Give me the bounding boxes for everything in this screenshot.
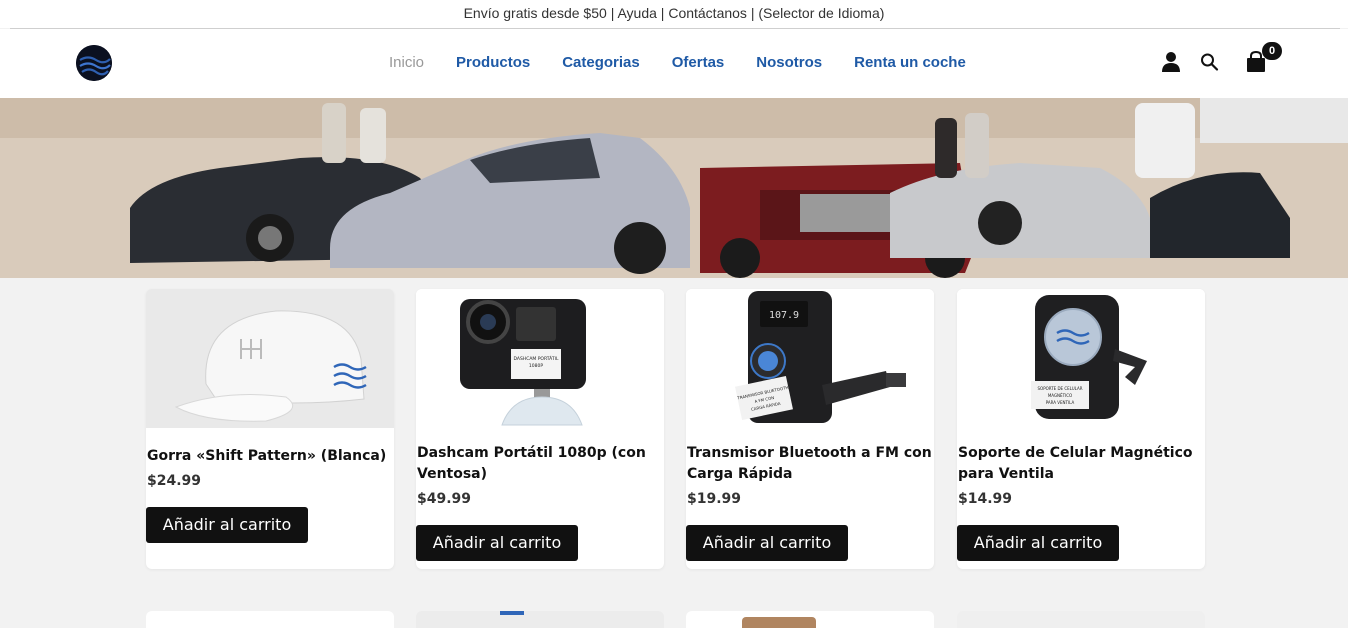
nav-item-productos[interactable]: Productos: [456, 54, 530, 71]
help-link[interactable]: Ayuda: [617, 5, 656, 21]
product-card-partial[interactable]: [686, 611, 934, 628]
contact-link[interactable]: Contáctanos: [668, 5, 747, 21]
svg-text:PARA VENTILA: PARA VENTILA: [1046, 400, 1075, 405]
nav-item-renta[interactable]: Renta un coche: [854, 54, 966, 71]
product-image-partial: [742, 617, 816, 628]
product-card: 107.9 TRANSMISOR BLUETOOTH A FM CON CARG…: [686, 289, 934, 569]
product-card-partial[interactable]: [146, 611, 394, 628]
svg-text:107.9: 107.9: [769, 310, 799, 321]
product-price: $19.99: [687, 491, 742, 507]
product-title[interactable]: Dashcam Portátil 1080p (con Ventosa): [416, 443, 664, 485]
add-to-cart-button[interactable]: Añadir al carrito: [416, 525, 578, 561]
separator: |: [660, 5, 665, 21]
svg-text:MAGNÉTICO: MAGNÉTICO: [1048, 393, 1072, 398]
product-image-fm-transmitter[interactable]: 107.9 TRANSMISOR BLUETOOTH A FM CON CARG…: [686, 289, 934, 428]
product-card-partial[interactable]: [957, 611, 1205, 628]
logo-waves-icon: [76, 45, 112, 81]
product-title[interactable]: Soporte de Celular Magnético para Ventil…: [957, 443, 1205, 485]
cart-count-badge: 0: [1262, 42, 1282, 60]
product-image-cap[interactable]: [146, 289, 394, 428]
product-price: $14.99: [958, 491, 1013, 507]
product-image-dashcam[interactable]: DASHCAM PORTÁTIL 1080P: [416, 289, 664, 428]
product-title[interactable]: Gorra «Shift Pattern» (Blanca): [146, 446, 394, 467]
add-to-cart-button[interactable]: Añadir al carrito: [686, 525, 848, 561]
product-card: SOPORTE DE CELULAR MAGNÉTICO PARA VENTIL…: [957, 289, 1205, 569]
svg-text:1080P: 1080P: [529, 363, 543, 369]
product-image-phone-holder[interactable]: SOPORTE DE CELULAR MAGNÉTICO PARA VENTIL…: [957, 289, 1205, 428]
product-image-partial: [500, 611, 524, 615]
product-card: Gorra «Shift Pattern» (Blanca) $24.99 Añ…: [146, 289, 394, 569]
separator: |: [750, 5, 755, 21]
product-price: $24.99: [147, 473, 202, 489]
site-logo[interactable]: [76, 45, 112, 81]
product-price: $49.99: [417, 491, 472, 507]
product-card: DASHCAM PORTÁTIL 1080P Dashcam Portátil …: [416, 289, 664, 569]
svg-text:DASHCAM PORTÁTIL: DASHCAM PORTÁTIL: [513, 355, 558, 362]
add-to-cart-button[interactable]: Añadir al carrito: [957, 525, 1119, 561]
product-title[interactable]: Transmisor Bluetooth a FM con Carga Rápi…: [686, 443, 934, 485]
nav-item-nosotros[interactable]: Nosotros: [756, 54, 822, 71]
nav-item-ofertas[interactable]: Ofertas: [672, 54, 725, 71]
top-info-bar: Envío gratis desde $50 | Ayuda | Contáct…: [0, 0, 1348, 28]
add-to-cart-button[interactable]: Añadir al carrito: [146, 507, 308, 543]
hero-banner-image: [0, 98, 1348, 278]
user-icon[interactable]: [1161, 51, 1181, 78]
free-shipping-text: Envío gratis desde $50: [463, 5, 607, 21]
language-selector[interactable]: (Selector de Idioma): [758, 5, 884, 21]
main-nav: Inicio Productos Categorias Ofertas Noso…: [389, 54, 966, 71]
site-header: Inicio Productos Categorias Ofertas Noso…: [0, 29, 1348, 98]
product-card-partial[interactable]: [416, 611, 664, 628]
svg-text:SOPORTE DE CELULAR: SOPORTE DE CELULAR: [1038, 386, 1083, 391]
search-icon[interactable]: [1200, 51, 1220, 78]
nav-item-inicio[interactable]: Inicio: [389, 54, 424, 71]
separator: |: [610, 5, 615, 21]
nav-item-categorias[interactable]: Categorias: [562, 54, 640, 71]
